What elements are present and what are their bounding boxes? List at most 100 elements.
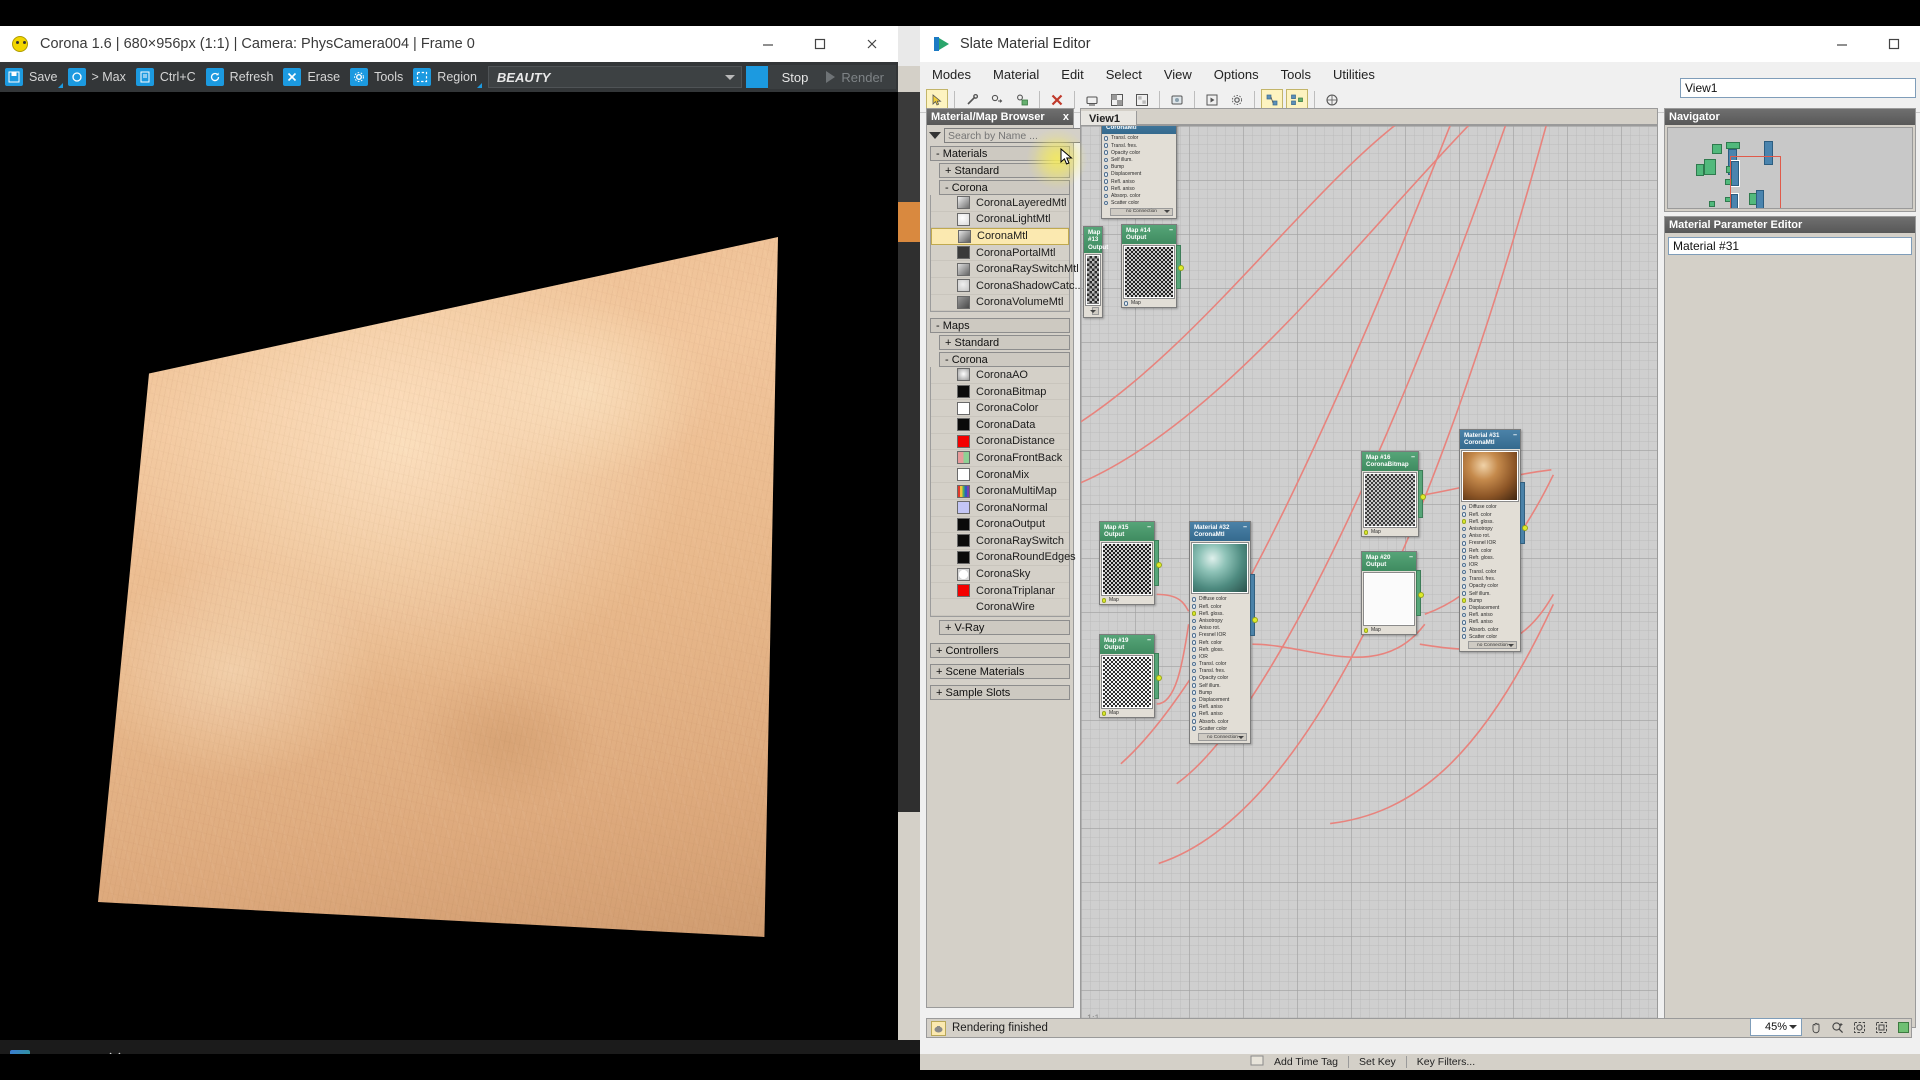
- node-slot[interactable]: IOR: [1190, 653, 1250, 660]
- menu-options[interactable]: Options: [1214, 67, 1259, 82]
- minimize-icon[interactable]: [742, 26, 794, 62]
- list-item[interactable]: CoronaTriplanar: [931, 583, 1069, 600]
- node-slot[interactable]: Map: [1100, 710, 1154, 717]
- list-item-coronamtl[interactable]: CoronaMtl: [931, 228, 1069, 245]
- navigator-viewport-rect[interactable]: [1730, 156, 1781, 208]
- node-slot[interactable]: Refl. gloss.: [1460, 518, 1520, 525]
- list-item[interactable]: CoronaMultiMap: [931, 483, 1069, 500]
- stop-render-button[interactable]: Stop: [767, 65, 823, 89]
- collapse-icon[interactable]: –: [1169, 227, 1173, 234]
- vfb-erase-button[interactable]: Erase: [280, 63, 347, 91]
- list-item[interactable]: CoronaPortalMtl: [931, 245, 1069, 262]
- node-slot[interactable]: Opacity color: [1190, 675, 1250, 682]
- show-grid-icon[interactable]: [1894, 1018, 1912, 1036]
- node-slot[interactable]: Refl. aniso: [1102, 178, 1176, 185]
- render-color-swatch[interactable]: [745, 66, 768, 88]
- node-slot[interactable]: Scatter color: [1102, 200, 1176, 207]
- collapse-icon[interactable]: –: [1243, 524, 1247, 531]
- node-output-dot[interactable]: [1522, 525, 1528, 531]
- collapse-icon[interactable]: –: [1513, 432, 1517, 439]
- maximize-icon[interactable]: [1868, 26, 1920, 62]
- vfb-copy-button[interactable]: Ctrl+C: [133, 63, 203, 91]
- node-slot[interactable]: Opacity color: [1460, 583, 1520, 590]
- node-connection-selector[interactable]: [1090, 307, 1099, 316]
- node-slot[interactable]: Refl. color: [1460, 511, 1520, 518]
- node-slot[interactable]: Displacement: [1102, 171, 1176, 178]
- node-slot[interactable]: Refl. aniso: [1102, 185, 1176, 192]
- node-connection-selector[interactable]: no Connection: [1198, 733, 1247, 742]
- list-item[interactable]: CoronaRaySwitch: [931, 533, 1069, 550]
- node-slot[interactable]: Refl. aniso: [1460, 619, 1520, 626]
- zoom-level-combo[interactable]: 45%: [1750, 1018, 1802, 1036]
- list-item[interactable]: CoronaRaySwitchMtl: [931, 261, 1079, 278]
- set-key-label[interactable]: Set Key: [1359, 1056, 1396, 1068]
- node-slot[interactable]: Map: [1122, 300, 1176, 307]
- node-slot[interactable]: Fresnel IOR: [1190, 632, 1250, 639]
- node-slot[interactable]: Absorb. color: [1190, 718, 1250, 725]
- list-item[interactable]: CoronaOutput: [931, 517, 1069, 534]
- node-slot[interactable]: Refl. color: [1190, 603, 1250, 610]
- node-slot[interactable]: Refr. gloss.: [1460, 554, 1520, 561]
- filter-chevron-icon[interactable]: [929, 132, 941, 139]
- node-slot[interactable]: Aniso rot.: [1190, 625, 1250, 632]
- node-connection-selector[interactable]: no Connection: [1468, 641, 1517, 650]
- node-slot[interactable]: Refl. gloss.: [1190, 610, 1250, 617]
- menu-utilities[interactable]: Utilities: [1333, 67, 1375, 82]
- node-map-15[interactable]: Map #15 Output – Map: [1099, 521, 1162, 605]
- node-slot[interactable]: Refl. aniso: [1190, 711, 1250, 718]
- vfb-refresh-button[interactable]: Refresh: [203, 63, 281, 91]
- node-slot[interactable]: Scatter color: [1190, 725, 1250, 732]
- node-slot[interactable]: Diffuse color: [1190, 596, 1250, 603]
- vfb-tools-button[interactable]: Tools: [347, 63, 410, 91]
- corona-render-canvas[interactable]: [0, 92, 898, 1052]
- minimize-icon[interactable]: [1816, 26, 1868, 62]
- node-slot[interactable]: Map: [1362, 627, 1416, 634]
- menu-tools[interactable]: Tools: [1281, 67, 1311, 82]
- list-item[interactable]: CoronaWire: [931, 599, 1069, 617]
- node-material-30[interactable]: Material #30 CoronaMtl – Transl. color T…: [1101, 126, 1177, 219]
- list-item[interactable]: CoronaVolumeMtl: [931, 295, 1069, 312]
- list-item[interactable]: CoronaFrontBack: [931, 450, 1069, 467]
- node-slot[interactable]: Bump: [1102, 164, 1176, 171]
- zoom-selected-icon[interactable]: [1850, 1018, 1868, 1036]
- node-material-31[interactable]: Material #31 CoronaMtl – Diffuse color Re…: [1459, 429, 1528, 653]
- view-name-field[interactable]: View1: [1680, 78, 1916, 98]
- node-slot[interactable]: Refr. color: [1460, 547, 1520, 554]
- material-name-field[interactable]: Material #31: [1668, 237, 1912, 255]
- node-output-dot[interactable]: [1420, 494, 1426, 500]
- list-item[interactable]: CoronaDistance: [931, 434, 1069, 451]
- pan-hand-icon[interactable]: [1806, 1018, 1824, 1036]
- node-slot[interactable]: Bump: [1460, 597, 1520, 604]
- browser-group-maps-vray[interactable]: + V-Ray: [939, 620, 1070, 636]
- node-map-19[interactable]: Map #19 Output – Map: [1099, 634, 1162, 718]
- list-item[interactable]: CoronaNormal: [931, 500, 1069, 517]
- node-slot[interactable]: Refl. aniso: [1460, 612, 1520, 619]
- zoom-region-icon[interactable]: [1828, 1018, 1846, 1036]
- list-item[interactable]: CoronaMix: [931, 467, 1069, 484]
- node-map-14[interactable]: Map #14 Output – Map: [1121, 224, 1184, 308]
- node-map-16[interactable]: Map #16 CoronaBitmap – Map: [1361, 451, 1426, 537]
- list-item[interactable]: CoronaAO: [931, 367, 1069, 384]
- node-slot[interactable]: Anisotropy: [1190, 617, 1250, 624]
- node-slot[interactable]: Transl. fres.: [1102, 142, 1176, 149]
- node-slot[interactable]: Aniso rot.: [1460, 533, 1520, 540]
- node-slot[interactable]: Map: [1100, 597, 1154, 604]
- browser-group-controllers[interactable]: + Controllers: [930, 643, 1070, 659]
- browser-group-sample-slots[interactable]: + Sample Slots: [930, 685, 1070, 701]
- node-slot[interactable]: Anisotropy: [1460, 525, 1520, 532]
- list-item[interactable]: CoronaData: [931, 417, 1069, 434]
- node-slot[interactable]: Absorb. color: [1460, 626, 1520, 633]
- browser-close-icon[interactable]: x: [1063, 111, 1069, 123]
- node-output-dot[interactable]: [1252, 617, 1258, 623]
- vfb-send-to-max-button[interactable]: > Max: [65, 63, 133, 91]
- node-slot[interactable]: Map: [1362, 529, 1418, 536]
- node-slot[interactable]: Self illum.: [1102, 156, 1176, 163]
- node-slot[interactable]: Bump: [1190, 689, 1250, 696]
- collapse-icon[interactable]: –: [1409, 554, 1413, 561]
- node-output-dot[interactable]: [1156, 562, 1162, 568]
- menu-material[interactable]: Material: [993, 67, 1039, 82]
- menu-edit[interactable]: Edit: [1061, 67, 1083, 82]
- menu-modes[interactable]: Modes: [932, 67, 971, 82]
- start-render-button[interactable]: Render: [822, 65, 896, 89]
- menu-select[interactable]: Select: [1106, 67, 1142, 82]
